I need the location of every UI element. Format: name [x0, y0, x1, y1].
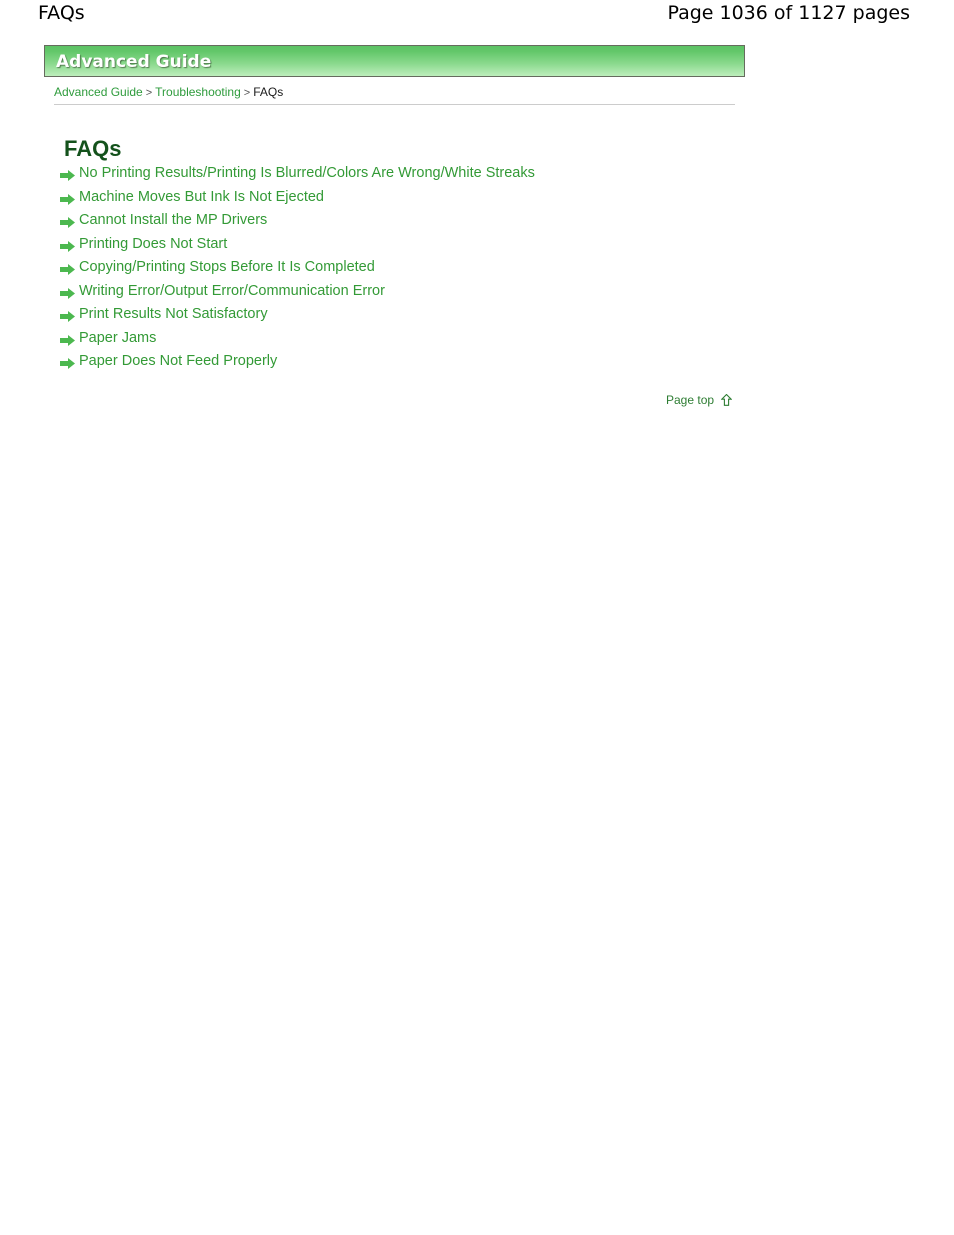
arrow-right-icon — [60, 239, 75, 252]
page-top-label: Page top — [666, 393, 715, 407]
breadcrumb-item-troubleshooting[interactable]: Troubleshooting — [155, 85, 241, 99]
list-item[interactable]: Print Results Not Satisfactory — [60, 305, 760, 329]
arrow-right-icon — [60, 356, 75, 369]
faq-link[interactable]: Copying/Printing Stops Before It Is Comp… — [79, 259, 375, 275]
faq-link-list: No Printing Results/Printing Is Blurred/… — [60, 164, 760, 376]
breadcrumb: Advanced Guide > Troubleshooting > FAQs — [54, 84, 283, 101]
list-item[interactable]: Machine Moves But Ink Is Not Ejected — [60, 188, 760, 212]
breadcrumb-item-current: FAQs — [253, 85, 284, 99]
faq-link[interactable]: No Printing Results/Printing Is Blurred/… — [79, 165, 535, 181]
list-item[interactable]: Paper Jams — [60, 329, 760, 353]
faq-link[interactable]: Machine Moves But Ink Is Not Ejected — [79, 189, 324, 205]
faq-link[interactable]: Cannot Install the MP Drivers — [79, 212, 267, 228]
arrow-right-icon — [60, 262, 75, 275]
page-number-indicator: Page 1036 of 1127 pages — [667, 2, 910, 24]
arrow-right-icon — [60, 215, 75, 228]
faq-link[interactable]: Paper Does Not Feed Properly — [79, 353, 277, 369]
breadcrumb-separator: > — [145, 87, 153, 99]
arrow-right-icon — [60, 286, 75, 299]
breadcrumb-item-advanced-guide[interactable]: Advanced Guide — [54, 85, 143, 99]
page-header: FAQs Page 1036 of 1127 pages — [0, 0, 954, 34]
list-item[interactable]: Cannot Install the MP Drivers — [60, 211, 760, 235]
list-item[interactable]: Paper Does Not Feed Properly — [60, 352, 760, 376]
list-item[interactable]: Copying/Printing Stops Before It Is Comp… — [60, 258, 760, 282]
header-divider — [54, 104, 735, 105]
arrow-up-icon — [720, 393, 733, 410]
banner-title: Advanced Guide — [56, 52, 212, 72]
list-item[interactable]: Printing Does Not Start — [60, 235, 760, 259]
list-item[interactable]: No Printing Results/Printing Is Blurred/… — [60, 164, 760, 188]
list-item[interactable]: Writing Error/Output Error/Communication… — [60, 282, 760, 306]
page-title: FAQs — [64, 135, 122, 161]
arrow-right-icon — [60, 192, 75, 205]
arrow-right-icon — [60, 333, 75, 346]
faq-link[interactable]: Writing Error/Output Error/Communication… — [79, 283, 385, 299]
advanced-guide-banner: Advanced Guide — [44, 45, 745, 77]
document-title: FAQs — [38, 2, 85, 24]
faq-link[interactable]: Print Results Not Satisfactory — [79, 306, 268, 322]
arrow-right-icon — [60, 309, 75, 322]
breadcrumb-separator: > — [243, 87, 251, 99]
arrow-right-icon — [60, 168, 75, 181]
faq-link[interactable]: Printing Does Not Start — [79, 236, 227, 252]
page-top-link[interactable]: Page top — [666, 392, 733, 410]
faq-link[interactable]: Paper Jams — [79, 330, 156, 346]
